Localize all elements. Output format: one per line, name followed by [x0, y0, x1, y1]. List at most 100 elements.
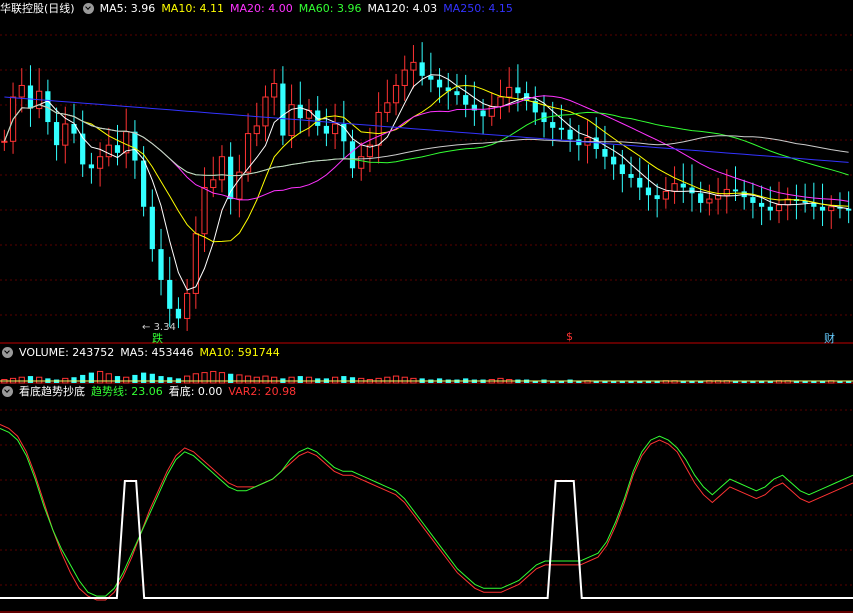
candle-body [253, 125, 260, 135]
candle-body [558, 127, 565, 130]
chevron-down-icon[interactable] [2, 346, 13, 358]
candle-body [132, 131, 138, 161]
volume-ma5: MA5: 453446 [120, 346, 194, 359]
ma250-label: MA250: 4.15 [443, 2, 513, 15]
candle-body [846, 208, 852, 211]
volume-bar [253, 376, 260, 384]
candle-body [497, 96, 504, 108]
candle-body [436, 79, 443, 88]
marker-die[interactable]: 跌 [152, 330, 163, 346]
volume-bar [114, 376, 121, 383]
volume-bar [27, 376, 34, 383]
candle-body [706, 198, 713, 204]
volume-bar [236, 374, 243, 384]
volume-bar [36, 376, 43, 384]
candle-body [515, 87, 521, 94]
candle-body [27, 85, 34, 109]
candle-body [645, 187, 652, 196]
candle-body [114, 145, 121, 153]
volume-bar [262, 375, 269, 384]
candle-body [723, 188, 730, 196]
chevron-down-icon[interactable] [82, 2, 94, 14]
candle-body [315, 110, 321, 126]
candle-body [105, 144, 112, 158]
volume-bar [244, 375, 252, 384]
candle-body [628, 174, 634, 178]
candle-body [62, 123, 69, 146]
candle-body [419, 62, 425, 76]
candle-body [671, 183, 678, 192]
volume-bar [341, 376, 347, 383]
ma10-line [3, 84, 849, 243]
candle-body [750, 197, 756, 203]
indicator-bottom: 看底: 0.00 [168, 385, 223, 398]
volume-bar [331, 376, 339, 384]
volume-bar [192, 373, 199, 384]
stock-chart [0, 34, 853, 613]
volume-bar [228, 373, 234, 383]
volume-bar [132, 374, 138, 383]
candle-body [550, 122, 556, 128]
volume-ma10: MA10: 591744 [199, 346, 280, 359]
candle-body [567, 129, 573, 140]
candle-body [463, 95, 469, 105]
candle-body [819, 206, 826, 211]
candle-body [619, 164, 625, 175]
candle-body [323, 125, 330, 134]
trend-line [0, 427, 853, 597]
indicator-trend: 趋势线: 23.06 [91, 385, 163, 398]
candle-body [775, 204, 783, 212]
candle-body [506, 86, 513, 98]
candle-body [297, 104, 303, 119]
volume-bar [71, 377, 77, 383]
volume-header: VOLUME: 243752 MA5: 453446 MA10: 591744 [0, 345, 286, 361]
candle-body [392, 84, 400, 104]
candle-body [828, 206, 835, 212]
volume-bar [305, 376, 313, 384]
volume-bar [149, 373, 155, 383]
volume-bar [105, 373, 112, 384]
candle-body [767, 206, 773, 211]
candle-body [410, 61, 417, 71]
bottom-signal-line [0, 480, 853, 599]
candle-body [428, 75, 434, 80]
candle-body [218, 156, 226, 181]
main-header: 华联控股(日线) MA5: 3.96 MA10: 4.11 MA20: 4.00 MA6… [0, 1, 519, 17]
candle-body [662, 190, 669, 200]
candle-body [228, 156, 234, 200]
volume-bar [384, 376, 391, 384]
volume-bar [18, 376, 25, 384]
volume-bar [349, 377, 356, 383]
candle-body [331, 123, 339, 135]
candle-body [175, 308, 182, 319]
candle-body [732, 189, 739, 192]
volume-bar [288, 376, 295, 384]
chevron-down-icon[interactable] [2, 385, 13, 397]
candle-body [637, 177, 643, 188]
candle-body [480, 110, 486, 117]
candle-body [280, 83, 286, 136]
candle-body [192, 233, 199, 294]
candle-body [401, 69, 408, 86]
candle-body [680, 183, 686, 188]
candle-body [149, 206, 155, 250]
marker-cai[interactable]: 财 [824, 330, 835, 346]
candle-body [18, 84, 25, 98]
candle-body [689, 187, 695, 194]
indicator-var2: VAR2: 20.98 [228, 385, 297, 398]
candle-body [201, 187, 208, 235]
marker-dollar[interactable]: $ [566, 330, 573, 343]
volume-bar [401, 376, 408, 384]
candle-body [141, 160, 147, 207]
candle-body [758, 202, 765, 207]
candle-body [576, 139, 582, 146]
candle-body [88, 164, 95, 169]
volume-bar [297, 376, 303, 383]
candle-body [1, 140, 8, 143]
volume-bar [167, 377, 173, 383]
volume-bar [271, 376, 278, 384]
volume-bar [392, 375, 400, 384]
candle-body [262, 96, 269, 127]
candle-body [384, 102, 391, 113]
candle-body [602, 149, 608, 157]
